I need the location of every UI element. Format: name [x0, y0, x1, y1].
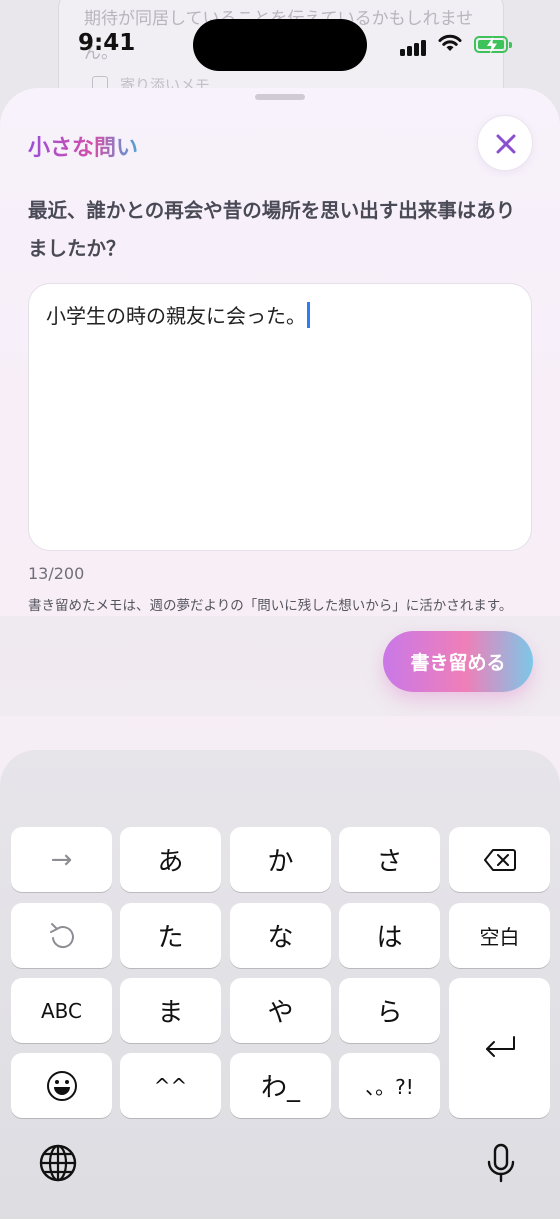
dynamic-island [193, 19, 367, 71]
close-icon [496, 134, 516, 154]
character-count: 13/200 [28, 564, 85, 583]
sheet-grabber[interactable] [255, 94, 305, 100]
key-punctuation[interactable]: 、。?! [339, 1053, 440, 1118]
globe-icon [39, 1144, 77, 1182]
key-next-arrow[interactable]: → [11, 827, 112, 892]
key-space[interactable]: 空白 [449, 903, 550, 968]
key-ta[interactable]: た [120, 903, 221, 968]
key-sa[interactable]: さ [339, 827, 440, 892]
key-na[interactable]: な [230, 903, 331, 968]
microphone-icon [487, 1143, 515, 1183]
wifi-icon [437, 33, 463, 57]
key-delete[interactable] [449, 827, 550, 892]
key-ha[interactable]: は [339, 903, 440, 968]
key-wa[interactable]: わ_ [230, 1053, 331, 1118]
delete-icon [483, 848, 516, 871]
charging-bolt-icon [487, 37, 497, 54]
key-ra[interactable]: ら [339, 978, 440, 1043]
answer-text-wrapper[interactable]: 小学生の時の親友に会った。 [46, 301, 310, 331]
emoji-icon [46, 1070, 77, 1101]
key-ya[interactable]: や [230, 978, 331, 1043]
key-a[interactable]: あ [120, 827, 221, 892]
key-return[interactable] [449, 978, 550, 1118]
battery-icon [474, 36, 512, 54]
key-kaomoji[interactable]: ^^ [120, 1053, 221, 1118]
save-button[interactable]: 書き留める [383, 631, 533, 692]
microphone-key[interactable] [486, 1143, 516, 1189]
cellular-signal-icon [400, 37, 428, 56]
return-icon [485, 1036, 515, 1057]
status-time: 9:41 [78, 30, 136, 56]
undo-icon [49, 922, 74, 948]
japanese-keyboard: → あ か さ た な は 空白 ABC ま や ら ^^ わ_ 、。?! [0, 750, 560, 1219]
status-bar: 9:41 [0, 0, 560, 92]
answer-value[interactable]: 小学生の時の親友に会った。 [46, 304, 306, 328]
key-abc[interactable]: ABC [11, 978, 112, 1043]
key-ka[interactable]: か [230, 827, 331, 892]
text-caret [307, 302, 310, 328]
key-ma[interactable]: ま [120, 978, 221, 1043]
close-button[interactable] [477, 115, 533, 171]
sheet-title: 小さな問い [28, 130, 138, 162]
memo-note: 書き留めたメモは、週の夢だよりの「問いに残した想いから」に活かされます。 [28, 598, 513, 614]
question-text: 最近、誰かとの再会や昔の場所を思い出す出来事はありましたか？ [28, 199, 516, 260]
key-undo[interactable] [11, 903, 112, 968]
key-emoji[interactable] [11, 1053, 112, 1118]
globe-key[interactable] [38, 1143, 78, 1187]
answer-textarea[interactable]: 小学生の時の親友に会った。 [28, 283, 532, 551]
